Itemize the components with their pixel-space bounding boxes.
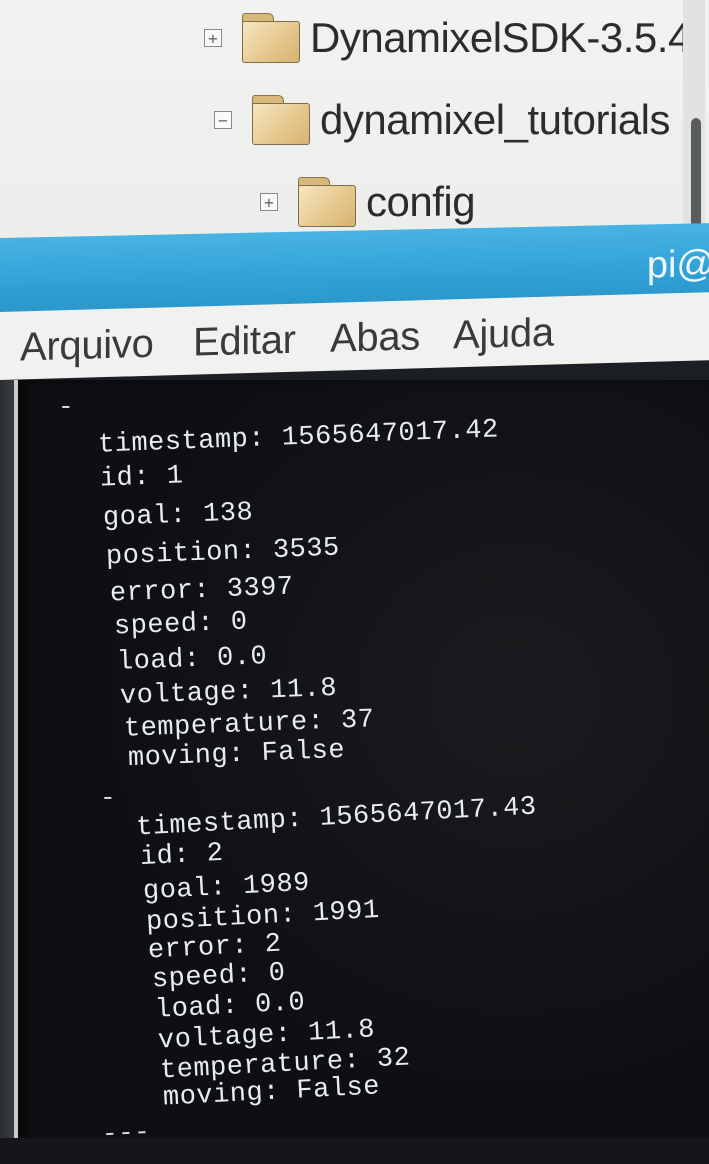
tree-item-dynamixelsdk[interactable]: + DynamixelSDK-3.5.4 — [204, 8, 691, 68]
terminal-line: speed: 0 — [113, 607, 249, 643]
menu-editar[interactable]: Editar — [193, 318, 296, 366]
terminal-line: goal: 138 — [102, 498, 254, 534]
terminal-line: id: 2 — [139, 838, 225, 874]
terminal-line: error: 3397 — [109, 572, 295, 610]
file-tree-panel: + DynamixelSDK-3.5.4 − dynamixel_tutoria… — [0, 0, 709, 248]
tree-item-label: DynamixelSDK-3.5.4 — [310, 14, 691, 61]
window-title: pi@ — [646, 243, 709, 287]
expand-icon[interactable]: + — [204, 29, 222, 47]
terminal-line: load: 0.0 — [116, 642, 268, 678]
folder-icon — [252, 95, 310, 145]
screen-photo: + DynamixelSDK-3.5.4 − dynamixel_tutoria… — [0, 0, 709, 1164]
tree-item-label: config — [366, 178, 476, 225]
tree-item-label: dynamixel_tutorials — [320, 96, 671, 143]
yaml-separator: - — [100, 783, 117, 813]
menu-abas[interactable]: Abas — [330, 314, 420, 362]
expand-icon[interactable]: + — [260, 193, 278, 211]
tree-item-config[interactable]: + config — [260, 172, 476, 232]
tree-scrollbar[interactable] — [683, 0, 705, 240]
terminal-line: id: 1 — [99, 461, 185, 495]
yaml-separator: - — [58, 392, 75, 422]
menu-ajuda[interactable]: Ajuda — [453, 311, 554, 359]
scrollbar-thumb[interactable] — [691, 118, 701, 228]
terminal-bottom-edge — [0, 1138, 709, 1164]
terminal-text: - timestamp: 1565647017.42 id: 1 goal: 1… — [0, 0, 537, 1149]
collapse-icon[interactable]: − — [214, 111, 232, 129]
tree-item-dynamixel-tutorials[interactable]: − dynamixel_tutorials — [214, 90, 671, 150]
folder-icon — [298, 177, 356, 227]
folder-icon — [242, 13, 300, 63]
